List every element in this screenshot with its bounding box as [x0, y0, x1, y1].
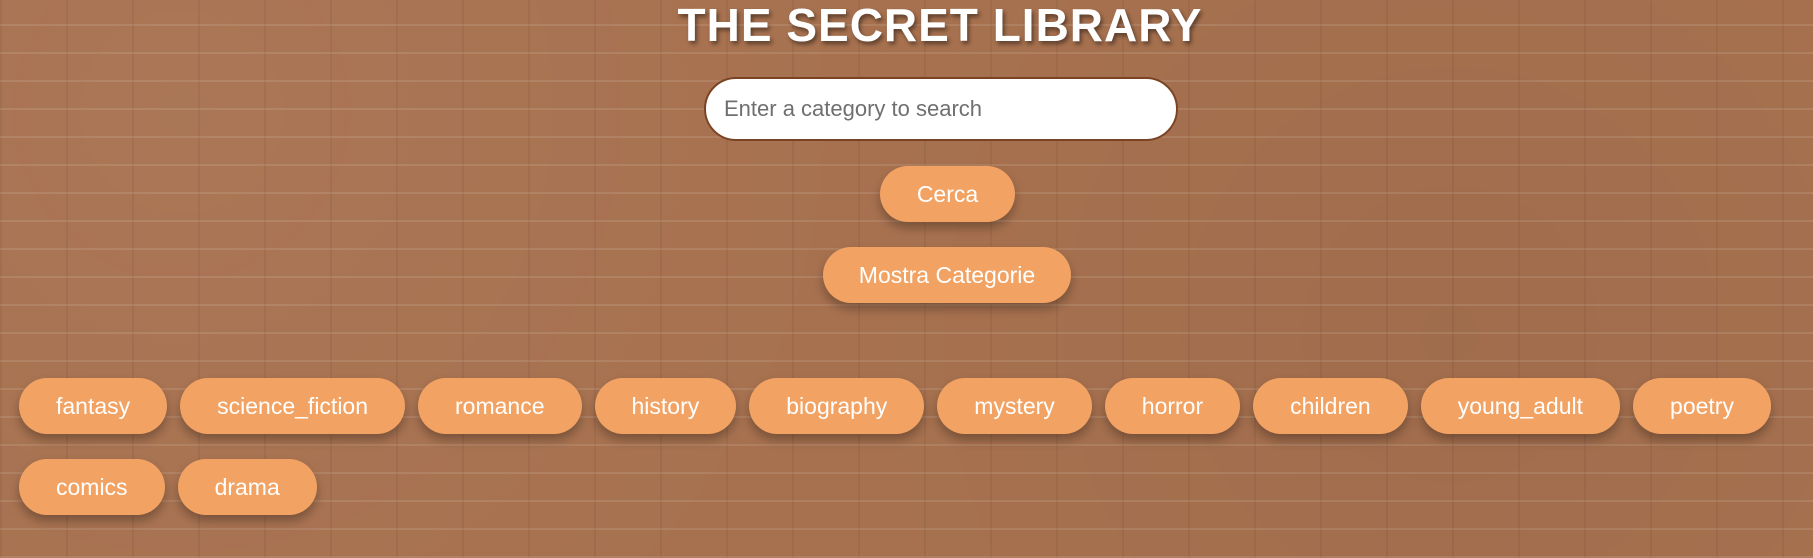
category-button-drama[interactable]: drama: [177, 459, 317, 515]
category-search-input[interactable]: [704, 77, 1178, 141]
category-button-history[interactable]: history: [594, 378, 737, 434]
category-button-horror[interactable]: horror: [1104, 378, 1241, 434]
category-button-romance[interactable]: romance: [418, 378, 582, 434]
category-button-biography[interactable]: biography: [749, 378, 925, 434]
category-button-comics[interactable]: comics: [19, 459, 165, 515]
category-button-young-adult[interactable]: young_adult: [1420, 378, 1621, 434]
page-title: THE SECRET LIBRARY: [677, 0, 1203, 51]
search-button[interactable]: Cerca: [880, 166, 1015, 222]
category-button-children[interactable]: children: [1253, 378, 1408, 434]
category-button-poetry[interactable]: poetry: [1633, 378, 1771, 434]
category-list-row-1: fantasy science_fiction romance history …: [19, 378, 1771, 434]
category-button-fantasy[interactable]: fantasy: [19, 378, 168, 434]
category-button-mystery[interactable]: mystery: [937, 378, 1092, 434]
category-list-row-2: comics drama: [19, 459, 317, 515]
show-categories-button[interactable]: Mostra Categorie: [823, 247, 1071, 303]
category-button-science-fiction[interactable]: science_fiction: [180, 378, 406, 434]
